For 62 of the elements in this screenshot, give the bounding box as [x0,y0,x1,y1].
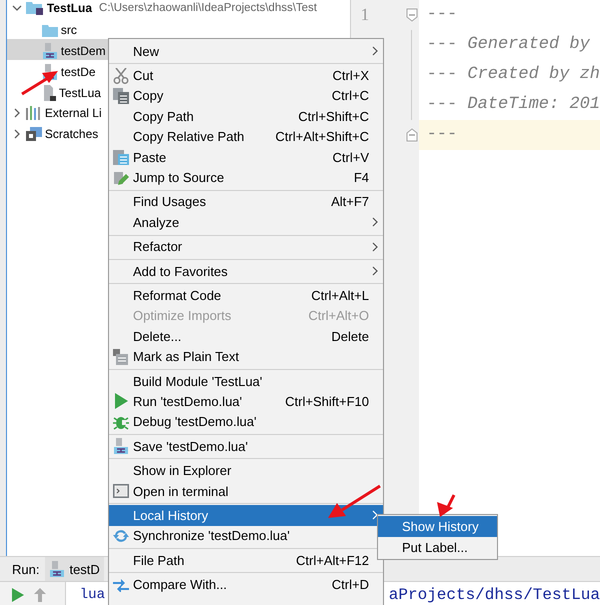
terminal-icon [113,484,129,498]
folder-icon [42,24,58,36]
annotation-arrow [20,68,60,96]
scissors-icon [113,68,129,84]
text-file-icon [113,348,129,365]
up-arrow-icon[interactable] [34,588,46,602]
lua-file-icon [113,438,129,454]
pencil-icon [113,170,129,186]
menu-item[interactable]: Copy Relative Path Ctrl+Alt+Shift+C [109,126,383,147]
menu-item[interactable]: Copy Path Ctrl+Shift+C [109,106,383,127]
run-icon[interactable] [12,588,24,602]
lua-file-icon [42,43,58,59]
code-line: --- DateTime: 201 [426,94,600,116]
fold-marker-icon[interactable] [406,8,418,22]
menu-item[interactable]: Reformat Code Ctrl+Alt+L [109,285,383,306]
menu-item[interactable]: Show in Explorer [109,460,383,481]
menu-item[interactable]: Save 'testDemo.lua' [109,436,383,456]
file-icon [42,85,56,101]
menu-item[interactable]: Mark as Plain Text [109,346,383,367]
menu-item[interactable]: Analyze [109,212,383,233]
menu-item[interactable]: Delete... Delete [109,326,383,346]
annotation-arrow [328,484,382,520]
menu-item[interactable]: Paste Ctrl+V [109,146,383,168]
menu-item[interactable]: Refactor [109,236,383,257]
run-tab[interactable]: testD [45,557,104,581]
tree-item[interactable]: TestLua [6,82,102,104]
annotation-arrow [436,493,458,517]
tree-item[interactable]: testDem [6,40,107,62]
code-line: --- [426,4,458,26]
sync-icon [113,528,129,544]
compare-icon [113,578,129,592]
scratch-icon [26,126,42,140]
menu-item[interactable]: Find Usages Alt+F7 [109,192,383,212]
menu-item[interactable]: Copy Ctrl+C [109,86,383,106]
run-panel-label: Run: [12,562,40,576]
menu-item[interactable]: Local History [109,505,383,526]
tree-item[interactable]: Scratches [6,123,100,144]
menu-item[interactable]: Run 'testDemo.lua' Ctrl+Shift+F10 [109,391,383,412]
library-icon [26,106,42,120]
paste-icon [113,149,129,166]
code-line: --- Created by zh [426,64,600,86]
menu-item[interactable]: Add to Favorites [109,260,383,282]
line-number: 1 [360,4,370,26]
menu-item[interactable]: New [109,41,383,62]
lua-file-icon [49,561,66,577]
run-icon [114,393,128,410]
menu-item[interactable]: Show History [378,516,497,537]
tree-item[interactable]: External Li [6,102,103,123]
menu-item[interactable]: Cut Ctrl+X [109,65,383,86]
menu-item[interactable]: Debug 'testDemo.lua' [109,412,383,432]
console-text: lua [78,586,106,602]
menu-item[interactable]: Jump to Source F4 [109,167,383,188]
folder-icon [26,0,44,14]
tree-item[interactable]: TestLua C:\Users\zhaowanli\IdeaProjects\dhss\Test [6,0,318,18]
console-text: aProjects/dhss/TestLua [388,586,600,604]
tree-item[interactable]: src [6,20,78,40]
menu-item[interactable]: Build Module 'TestLua' [109,370,383,392]
code-line: --- Generated by [426,34,591,56]
menu-item[interactable]: Compare With... Ctrl+D [109,574,383,595]
copy-icon [113,88,129,104]
fold-marker-icon[interactable] [406,128,418,142]
menu-item[interactable]: Open in terminal [109,480,383,502]
